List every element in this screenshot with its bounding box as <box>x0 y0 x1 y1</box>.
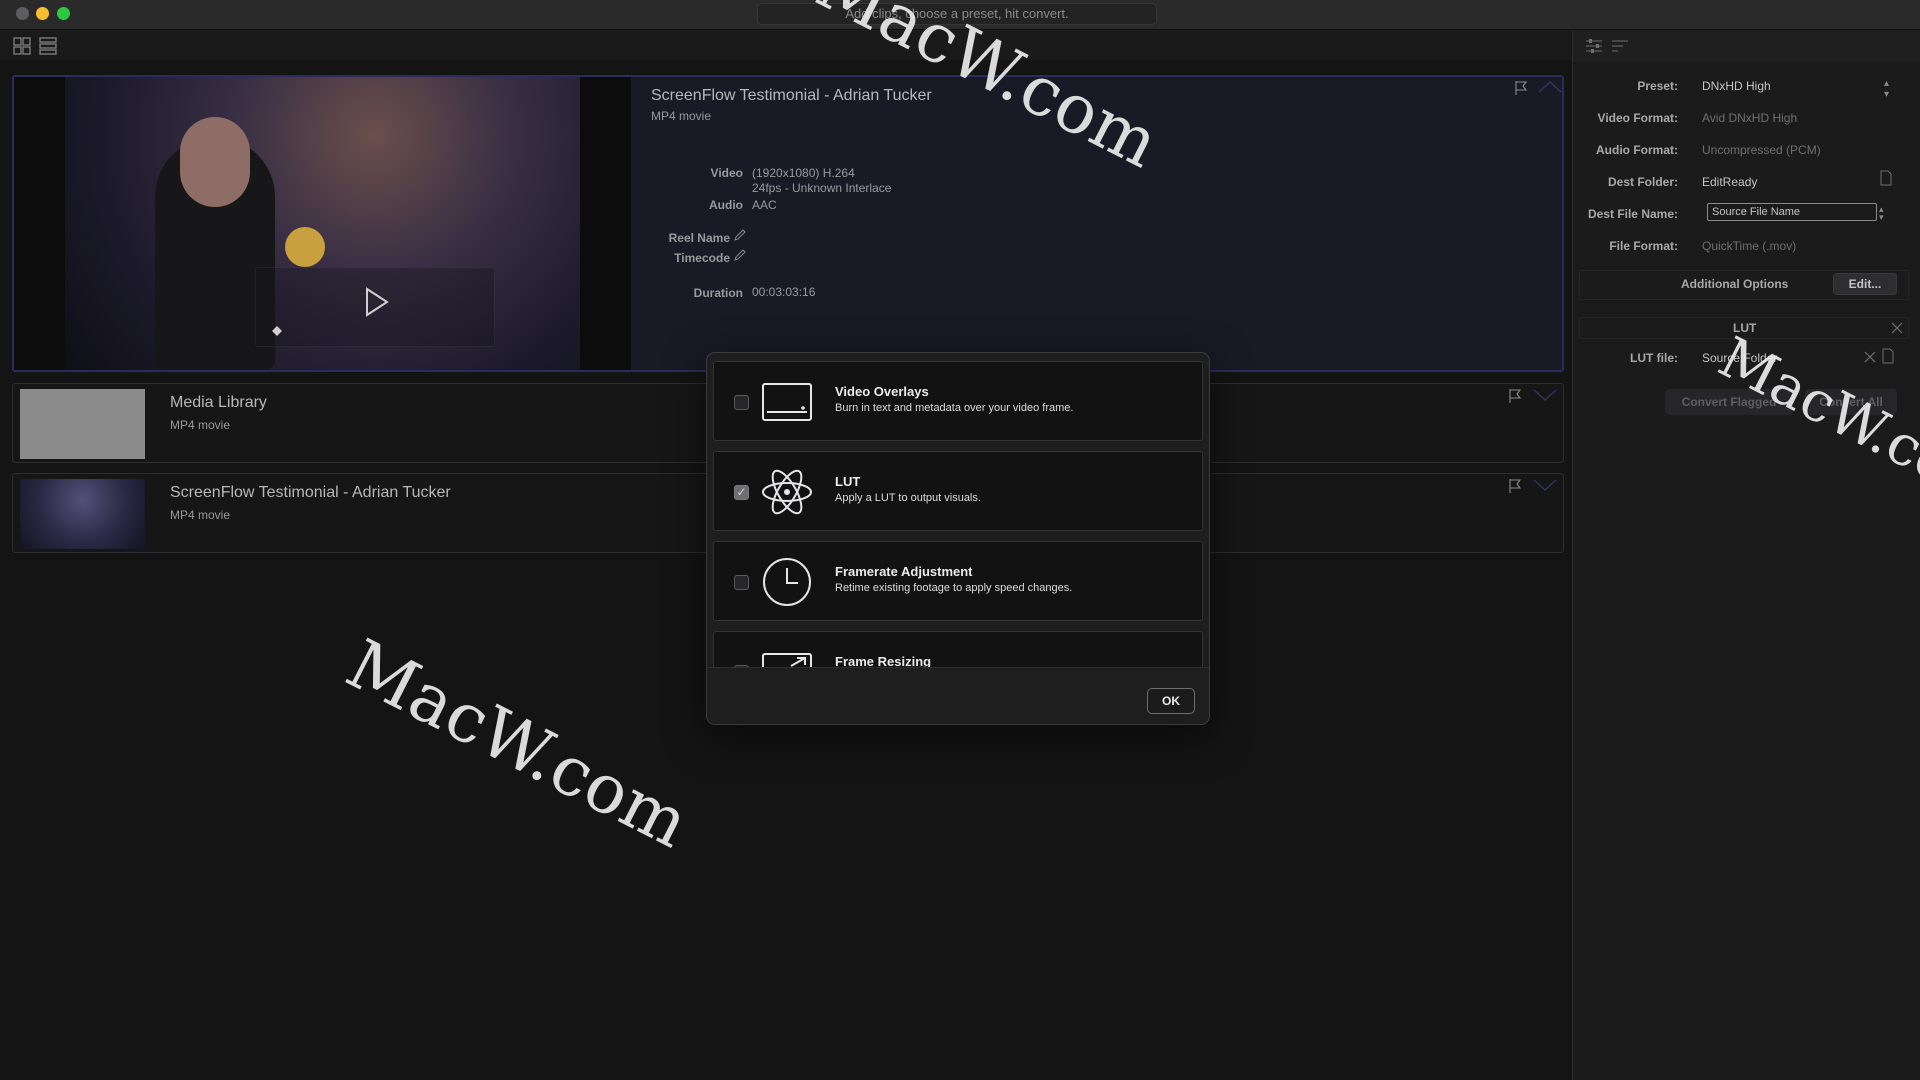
video-frame-image <box>65 77 580 370</box>
option-framerate-adjustment[interactable]: Framerate Adjustment Retime existing foo… <box>713 541 1203 621</box>
clear-lut-icon[interactable] <box>1864 351 1876 363</box>
clip-thumbnail <box>20 389 145 459</box>
clock-icon <box>763 558 811 606</box>
clip-card-expanded[interactable]: ScreenFlow Testimonial - Adrian Tucker M… <box>12 75 1564 372</box>
scrubber-diamond-icon[interactable] <box>272 326 282 336</box>
option-title: LUT <box>835 474 861 489</box>
grid-view-icon[interactable] <box>13 37 31 55</box>
option-title: Video Overlays <box>835 384 929 399</box>
video-format-label: Video Format: <box>1597 111 1678 125</box>
option-description: Retime existing footage to apply speed c… <box>835 582 1073 594</box>
option-title: Frame Resizing <box>835 654 932 667</box>
flag-icon[interactable] <box>1508 388 1522 404</box>
clip-title: Media Library <box>170 394 267 411</box>
option-description: Apply a LUT to output visuals. <box>835 492 981 504</box>
document-icon[interactable] <box>1879 170 1893 186</box>
preset-label: Preset: <box>1637 79 1678 93</box>
option-checkbox[interactable] <box>734 575 749 590</box>
chevron-down-icon[interactable] <box>1533 388 1557 402</box>
atom-icon <box>762 469 812 515</box>
timecode-text: Timecode <box>674 251 730 265</box>
file-format-value: QuickTime (.mov) <box>1702 239 1797 253</box>
sort-icon[interactable] <box>1611 38 1629 54</box>
meta-duration-value: 00:03:03:16 <box>752 285 816 299</box>
panel-toolbar <box>1573 30 1920 62</box>
option-frame-resizing[interactable]: Frame Resizing <box>713 631 1203 667</box>
player-controls[interactable] <box>255 267 495 347</box>
reel-name-text: Reel Name <box>668 231 730 245</box>
option-checkbox[interactable] <box>734 395 749 410</box>
option-video-overlays[interactable]: Video Overlays Burn in text and metadata… <box>713 361 1203 441</box>
option-lut[interactable]: ✓ LUT Apply a LUT to output visuals. <box>713 451 1203 531</box>
ok-button[interactable]: OK <box>1147 688 1195 714</box>
dest-file-stepper-icon[interactable]: ▴ ▾ <box>1879 205 1884 222</box>
timecode-pencil-icon[interactable] <box>733 248 747 262</box>
flag-icon[interactable] <box>1514 80 1528 96</box>
clip-type: MP4 movie <box>170 508 231 522</box>
window-zoom-button[interactable] <box>57 7 70 20</box>
close-icon[interactable] <box>1891 322 1903 334</box>
audio-format-value: Uncompressed (PCM) <box>1702 143 1821 157</box>
clip-type: MP4 movie <box>170 418 231 432</box>
settings-panel: Preset: DNxHD High ▴ ▾ Video Format: Avid… <box>1572 30 1920 1080</box>
edit-button[interactable]: Edit... <box>1833 273 1897 295</box>
sliders-icon[interactable] <box>1585 38 1603 54</box>
dest-folder-label: Dest Folder: <box>1607 175 1678 189</box>
flag-icon[interactable] <box>1508 478 1522 494</box>
dialog-footer: OK <box>707 667 1209 724</box>
chevron-up-icon[interactable] <box>1538 80 1562 94</box>
meta-audio-value: AAC <box>752 198 777 212</box>
clip-thumbnail <box>20 479 145 549</box>
chevron-down-icon[interactable] <box>1533 478 1557 492</box>
preset-value[interactable]: DNxHD High <box>1702 79 1771 93</box>
dest-file-label: Dest File Name: <box>1587 207 1678 221</box>
audio-format-label: Audio Format: <box>1596 143 1678 157</box>
options-list[interactable]: Video Overlays Burn in text and metadata… <box>707 353 1209 667</box>
clip-type: MP4 movie <box>651 109 712 123</box>
preset-stepper-icon[interactable]: ▴ ▾ <box>1884 78 1889 100</box>
additional-options-label: Additional Options <box>1681 277 1789 291</box>
meta-duration-label: Duration <box>693 286 743 300</box>
meta-timecode-label: Timecode <box>640 251 730 265</box>
additional-options-dialog: Video Overlays Burn in text and metadata… <box>706 352 1210 725</box>
overlay-icon <box>762 383 812 421</box>
dest-folder-value[interactable]: EditReady <box>1702 175 1757 189</box>
option-checkbox-checked[interactable]: ✓ <box>734 485 749 500</box>
video-format-value: Avid DNxHD High <box>1702 111 1798 125</box>
dest-file-field[interactable]: Source File Name <box>1707 203 1877 221</box>
list-view-icon[interactable] <box>39 37 57 55</box>
meta-video-value-1: (1920x1080) H.264 <box>752 166 855 180</box>
scene-head <box>180 117 250 207</box>
window-close-button[interactable] <box>16 7 29 20</box>
scene-lamp <box>285 227 325 267</box>
window-minimize-button[interactable] <box>36 7 49 20</box>
resize-icon <box>762 653 812 667</box>
file-format-label: File Format: <box>1609 239 1678 253</box>
document-icon[interactable] <box>1881 348 1895 364</box>
clip-title: ScreenFlow Testimonial - Adrian Tucker <box>170 484 451 501</box>
option-title: Framerate Adjustment <box>835 564 973 579</box>
meta-video-value-2: 24fps - Unknown Interlace <box>752 181 892 195</box>
clip-title: ScreenFlow Testimonial - Adrian Tucker <box>651 87 932 104</box>
play-icon[interactable] <box>364 286 390 318</box>
reel-name-pencil-icon[interactable] <box>733 228 747 242</box>
video-preview[interactable] <box>14 77 631 370</box>
option-description: Burn in text and metadata over your vide… <box>835 402 1074 414</box>
meta-reel-label: Reel Name <box>640 231 730 245</box>
lut-file-label: LUT file: <box>1630 351 1678 365</box>
meta-audio-label: Audio <box>709 198 743 212</box>
meta-video-label: Video <box>710 166 743 180</box>
